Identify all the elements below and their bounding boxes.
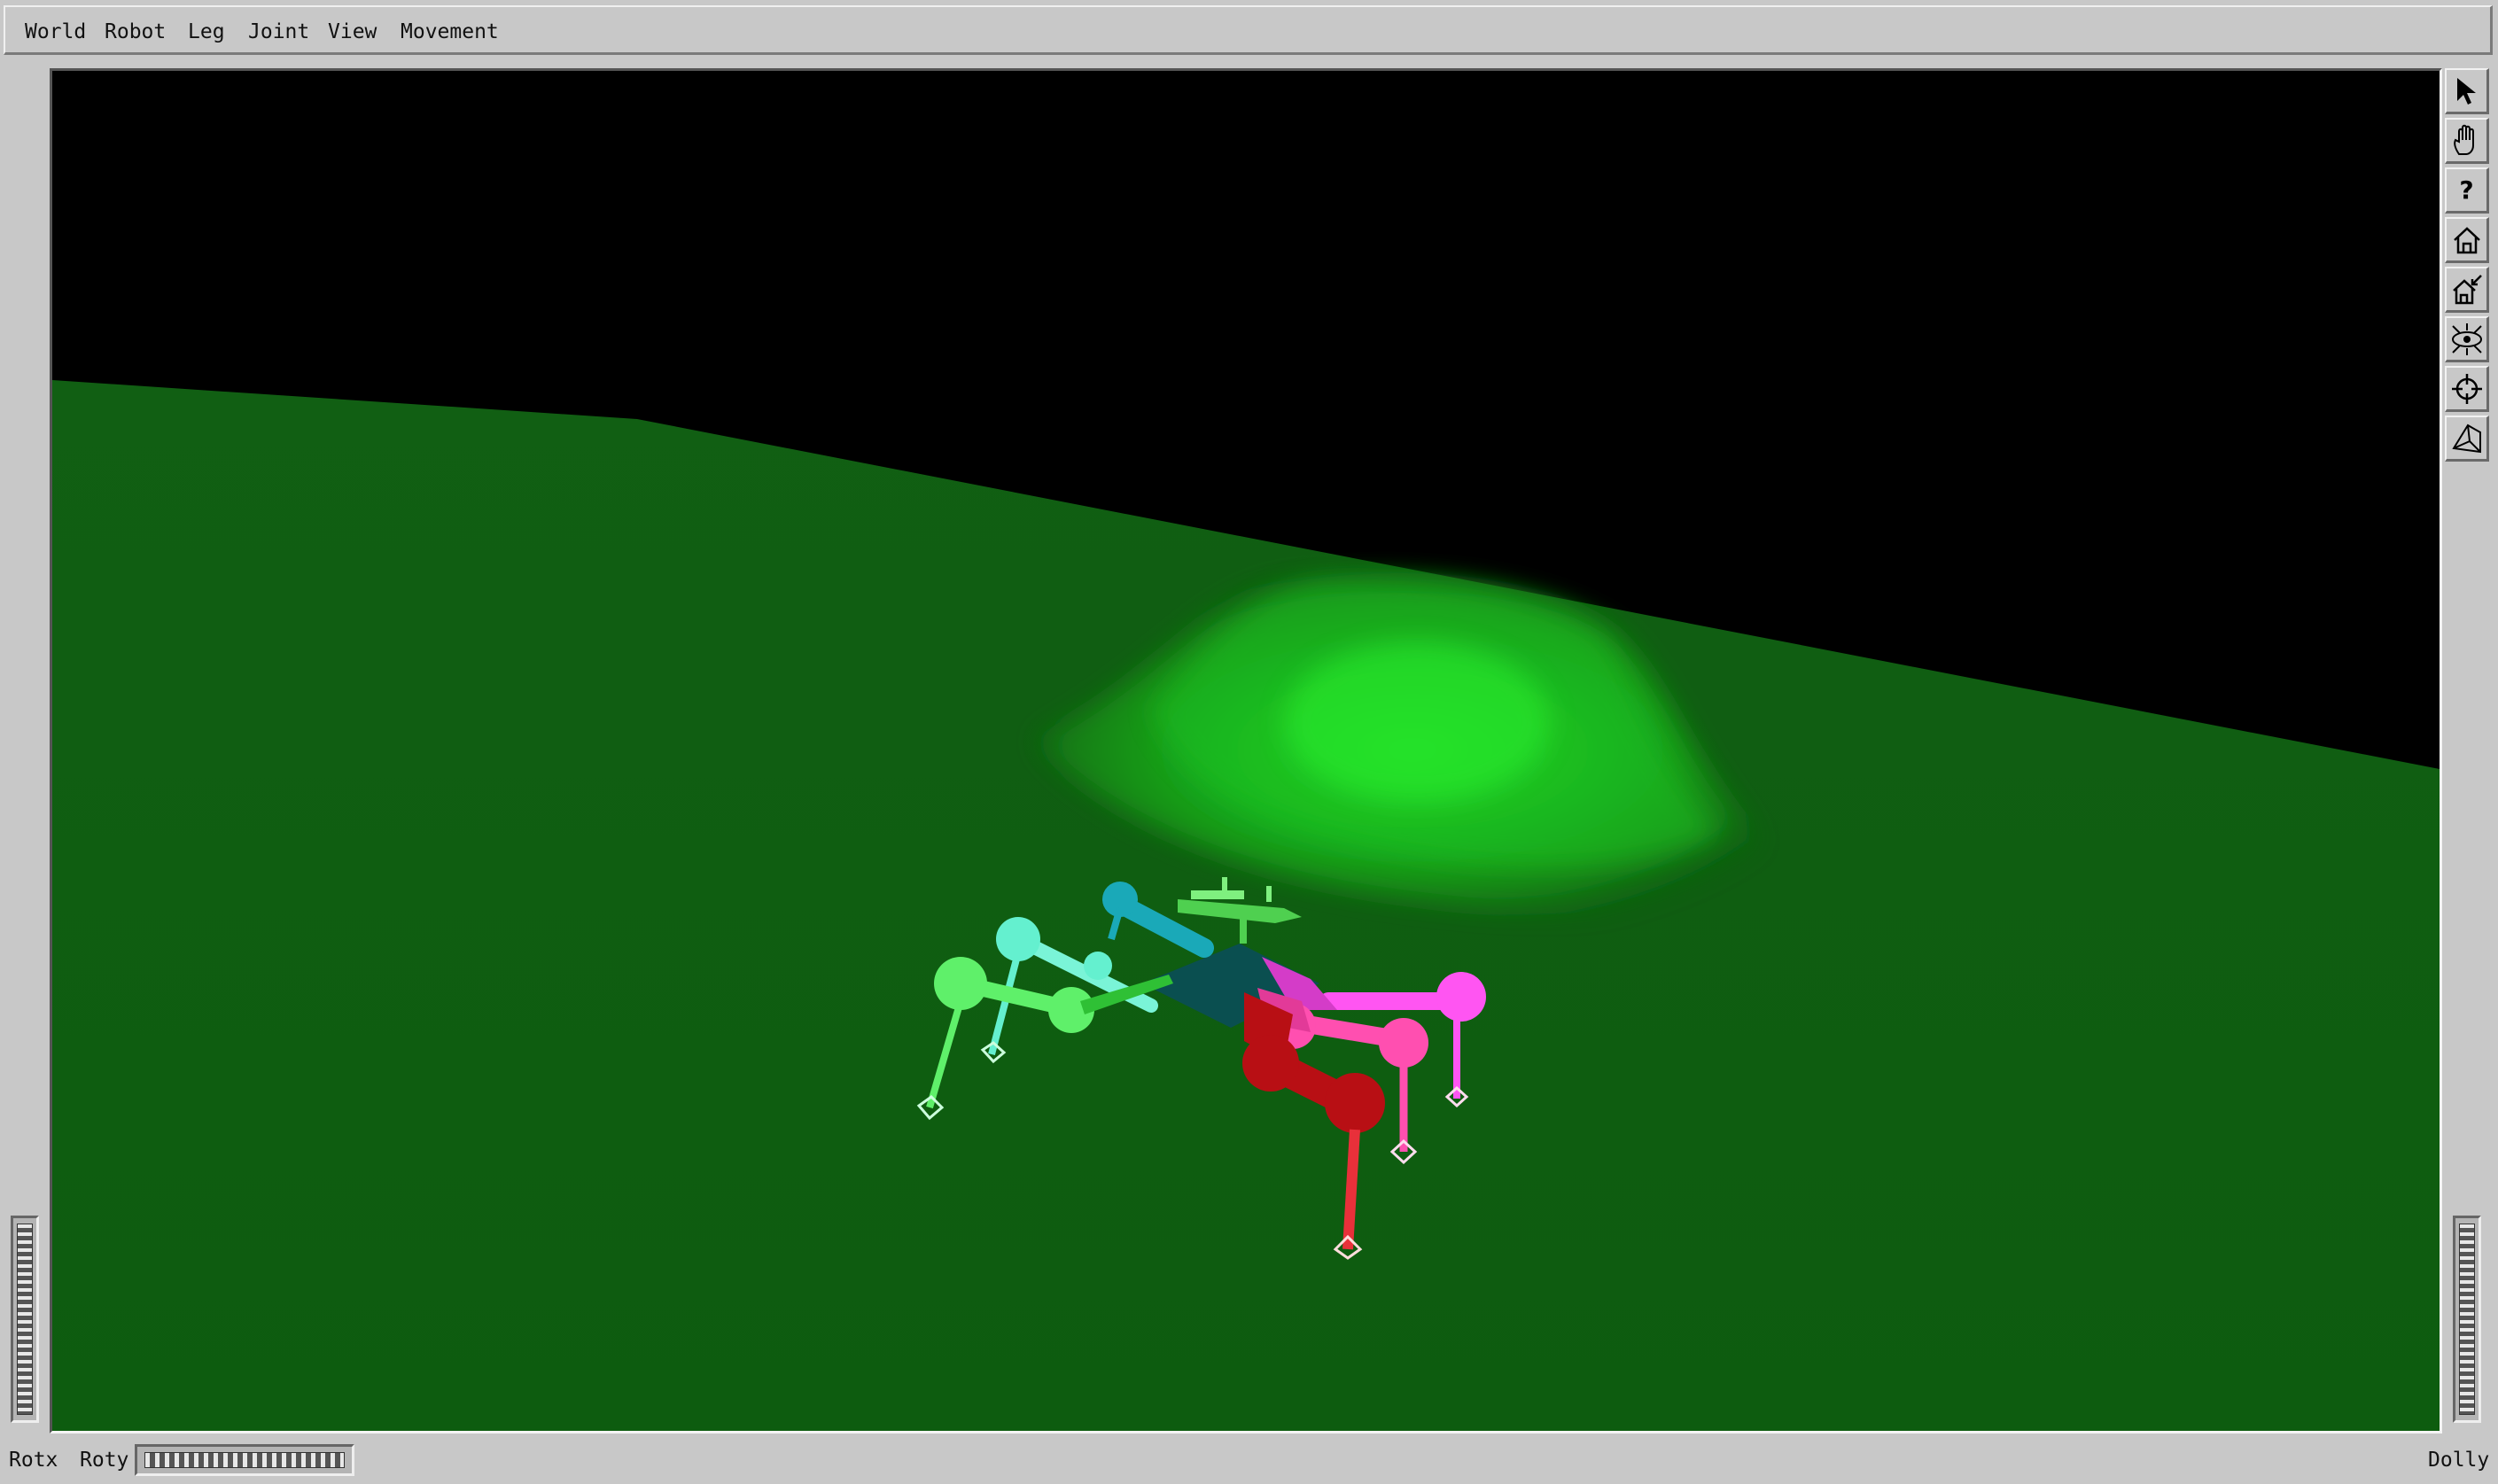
- menu-view[interactable]: View: [323, 16, 382, 48]
- view-all-icon: [2451, 322, 2482, 355]
- home-icon: [2453, 226, 2480, 253]
- rotx-thumbwheel-ribs: [17, 1224, 33, 1415]
- dolly-label: Dolly: [2428, 1449, 2490, 1472]
- view-all-button[interactable]: [2445, 316, 2489, 362]
- seek-button[interactable]: [2445, 366, 2489, 412]
- 3d-viewport[interactable]: [50, 68, 2442, 1433]
- menu-leg[interactable]: Leg: [183, 16, 230, 48]
- view-mode-button[interactable]: [2445, 118, 2489, 164]
- menu-world[interactable]: World: [19, 16, 91, 48]
- set-home-icon: [2452, 274, 2482, 304]
- hand-icon: [2453, 124, 2474, 155]
- home-button[interactable]: [2445, 217, 2489, 263]
- roty-label: Roty: [80, 1449, 129, 1472]
- seek-icon: [2451, 373, 2482, 404]
- pick-mode-button[interactable]: [2445, 68, 2489, 114]
- menu-movement[interactable]: Movement: [395, 16, 504, 48]
- perspective-toggle-button[interactable]: [2445, 416, 2489, 462]
- roty-thumbwheel[interactable]: [135, 1444, 354, 1476]
- arrow-pointer-icon: [2456, 77, 2476, 105]
- perspective-icon: [2451, 423, 2481, 453]
- rotx-label: Rotx: [9, 1449, 58, 1472]
- help-icon: ?: [2459, 175, 2474, 205]
- menu-joint[interactable]: Joint: [243, 16, 315, 48]
- dolly-thumbwheel[interactable]: [2453, 1216, 2481, 1423]
- menu-bar: World Robot Leg Joint View Movement: [4, 5, 2493, 55]
- roty-thumbwheel-ribs: [144, 1452, 345, 1468]
- dolly-thumbwheel-ribs: [2459, 1224, 2475, 1415]
- menu-robot[interactable]: Robot: [99, 16, 171, 48]
- rotx-thumbwheel[interactable]: [11, 1216, 39, 1423]
- help-button[interactable]: ?: [2445, 167, 2489, 214]
- set-home-button[interactable]: [2445, 267, 2489, 313]
- scene-canvas[interactable]: [52, 71, 2440, 1431]
- viewer-toolbar: ?: [2445, 68, 2491, 465]
